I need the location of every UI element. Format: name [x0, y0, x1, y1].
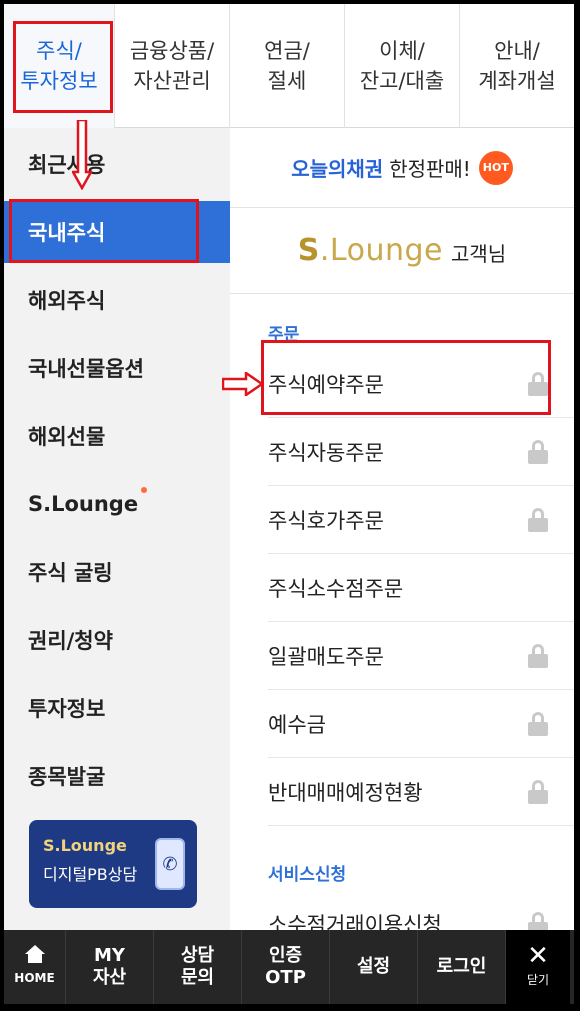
sidebar-item-label: 권리/청약: [28, 629, 113, 653]
sidebar-item-stock-discovery[interactable]: 종목발굴: [4, 745, 230, 807]
bottom-label-line2: OTP: [265, 967, 306, 988]
tab-label-line2: 잔고/대출: [359, 69, 445, 93]
sidebar-item-label: 주식 굴링: [28, 561, 113, 585]
bottom-label-line2: 문의: [180, 967, 215, 988]
lock-icon: [528, 712, 548, 736]
annotation-box-domestic-stocks: [9, 199, 199, 263]
annotation-box-top-tab: [13, 21, 113, 113]
section-title-service: 서비스신청: [268, 865, 347, 885]
annotation-arrow-right-icon: [222, 372, 264, 396]
bottom-label-line1: MY: [94, 945, 125, 966]
tab-label-line2: 절세: [267, 69, 307, 93]
menu-item-label: 반대매매예정현황: [268, 780, 423, 805]
sidebar-item-overseas-futures[interactable]: 해외선물: [4, 405, 230, 467]
sidebar-item-label: 투자정보: [28, 697, 106, 721]
menu-item-forced-sale-status[interactable]: 반대매매예정현황: [268, 758, 574, 826]
digital-pb-banner[interactable]: S.Lounge 디지털PB상담 ✆: [29, 820, 197, 908]
menu-item-label: 주식소수점주문: [268, 576, 404, 601]
tab-label-line2: 자산관리: [133, 69, 211, 93]
bottom-label-line1: 인증: [268, 945, 303, 966]
home-label: HOME: [14, 971, 55, 985]
settings-button[interactable]: 설정: [330, 930, 418, 1004]
sidebar-item-label: S.Lounge: [28, 492, 139, 516]
app-frame: 주식/ 투자정보 금융상품/ 자산관리 연금/ 절세 이체/ 잔고/대출 안내/…: [4, 4, 574, 1004]
sidebar-item-label: 해외선물: [28, 425, 106, 449]
menu-item-quote-order[interactable]: 주식호가주문: [268, 486, 574, 554]
tab-label-line1: 연금/: [264, 39, 310, 63]
home-icon: [24, 945, 46, 963]
slounge-logo: S.Lounge: [298, 233, 443, 268]
menu-item-auto-order[interactable]: 주식자동주문: [268, 418, 574, 486]
lock-icon: [528, 440, 548, 464]
tab-label-line1: 안내/: [494, 39, 540, 63]
hot-badge: HOT: [478, 150, 513, 185]
new-indicator-dot: [141, 487, 148, 493]
tab-pension-tax[interactable]: 연금/ 절세: [229, 4, 344, 128]
login-button[interactable]: 로그인: [418, 930, 506, 1004]
bottom-bar: HOME MY 자산 상담 문의 인증 OTP 설정 로그인 ✕ 닫기: [4, 930, 574, 1004]
slounge-logo-s: S: [297, 233, 320, 268]
bond-promo-banner[interactable]: 오늘의채권 한정판매! HOT: [230, 128, 574, 208]
tab-label-line1: 금융상품/: [129, 39, 215, 63]
sidebar-item-label: 국내선물옵션: [28, 357, 144, 381]
cert-otp-button[interactable]: 인증 OTP: [242, 930, 330, 1004]
tab-transfer-balance[interactable]: 이체/ 잔고/대출: [344, 4, 459, 128]
sidebar-item-recent[interactable]: 최근사용: [4, 133, 230, 195]
close-label: 닫기: [526, 973, 550, 987]
sidebar-item-stock-growing[interactable]: 주식 굴링: [4, 541, 230, 603]
tab-guide-account[interactable]: 안내/ 계좌개설: [459, 4, 574, 128]
annotation-arrow-down-icon: [72, 120, 92, 190]
menu-item-label: 주식자동주문: [268, 440, 384, 465]
menu-item-fractional-trading-application[interactable]: 소수점거래이용신청: [268, 890, 574, 934]
my-assets-button[interactable]: MY 자산: [66, 930, 154, 1004]
sidebar-item-label: 해외주식: [28, 289, 106, 313]
close-icon: ✕: [527, 941, 549, 971]
menu-item-fractional-order[interactable]: 주식소수점주문: [268, 554, 574, 622]
menu-item-label: 주식호가주문: [268, 508, 384, 533]
sidebar-item-domestic-futures[interactable]: 국내선물옵션: [4, 337, 230, 399]
menu-item-label: 일괄매도주문: [268, 644, 384, 669]
promo-highlight: 오늘의채권: [291, 157, 384, 181]
lock-icon: [528, 644, 548, 668]
sidebar-item-label: 종목발굴: [28, 765, 106, 789]
sidebar-item-investment-info[interactable]: 투자정보: [4, 677, 230, 739]
promo-text: 한정판매!: [389, 157, 471, 181]
home-button[interactable]: HOME: [4, 930, 66, 1004]
annotation-box-reserved-order: [261, 340, 551, 415]
lock-icon: [528, 508, 548, 532]
tab-label-line1: 이체/: [379, 39, 425, 63]
sidebar-item-rights-subscription[interactable]: 권리/청약: [4, 609, 230, 671]
menu-item-label: 예수금: [268, 712, 326, 737]
tab-label-line2: 계좌개설: [478, 69, 556, 93]
bottom-label-line1: 설정: [356, 956, 391, 977]
consult-inquiry-button[interactable]: 상담 문의: [154, 930, 242, 1004]
slounge-banner[interactable]: S.Lounge 고객님: [230, 208, 574, 294]
menu-item-deposit[interactable]: 예수금: [268, 690, 574, 758]
bottom-label-line2: 자산: [92, 967, 127, 988]
menu-item-bulk-sell-order[interactable]: 일괄매도주문: [268, 622, 574, 690]
lock-icon: [528, 780, 548, 804]
sidebar-item-overseas-stocks[interactable]: 해외주식: [4, 269, 230, 331]
slounge-suffix: 고객님: [451, 242, 507, 266]
bottom-label-line1: 상담: [180, 945, 215, 966]
submenu-panel: 오늘의채권 한정판매! HOT S.Lounge 고객님 주문 주식예약주문 주…: [230, 128, 574, 934]
slounge-logo-rest: .Lounge: [319, 233, 443, 268]
phone-icon: ✆: [155, 838, 185, 890]
tab-financial-products[interactable]: 금융상품/ 자산관리: [114, 4, 229, 128]
sidebar-item-slounge[interactable]: S.Lounge: [4, 473, 230, 535]
bottom-label-line1: 로그인: [436, 956, 487, 977]
sidebar-item-label: 최근사용: [28, 153, 106, 177]
close-button[interactable]: ✕ 닫기: [506, 930, 570, 1004]
